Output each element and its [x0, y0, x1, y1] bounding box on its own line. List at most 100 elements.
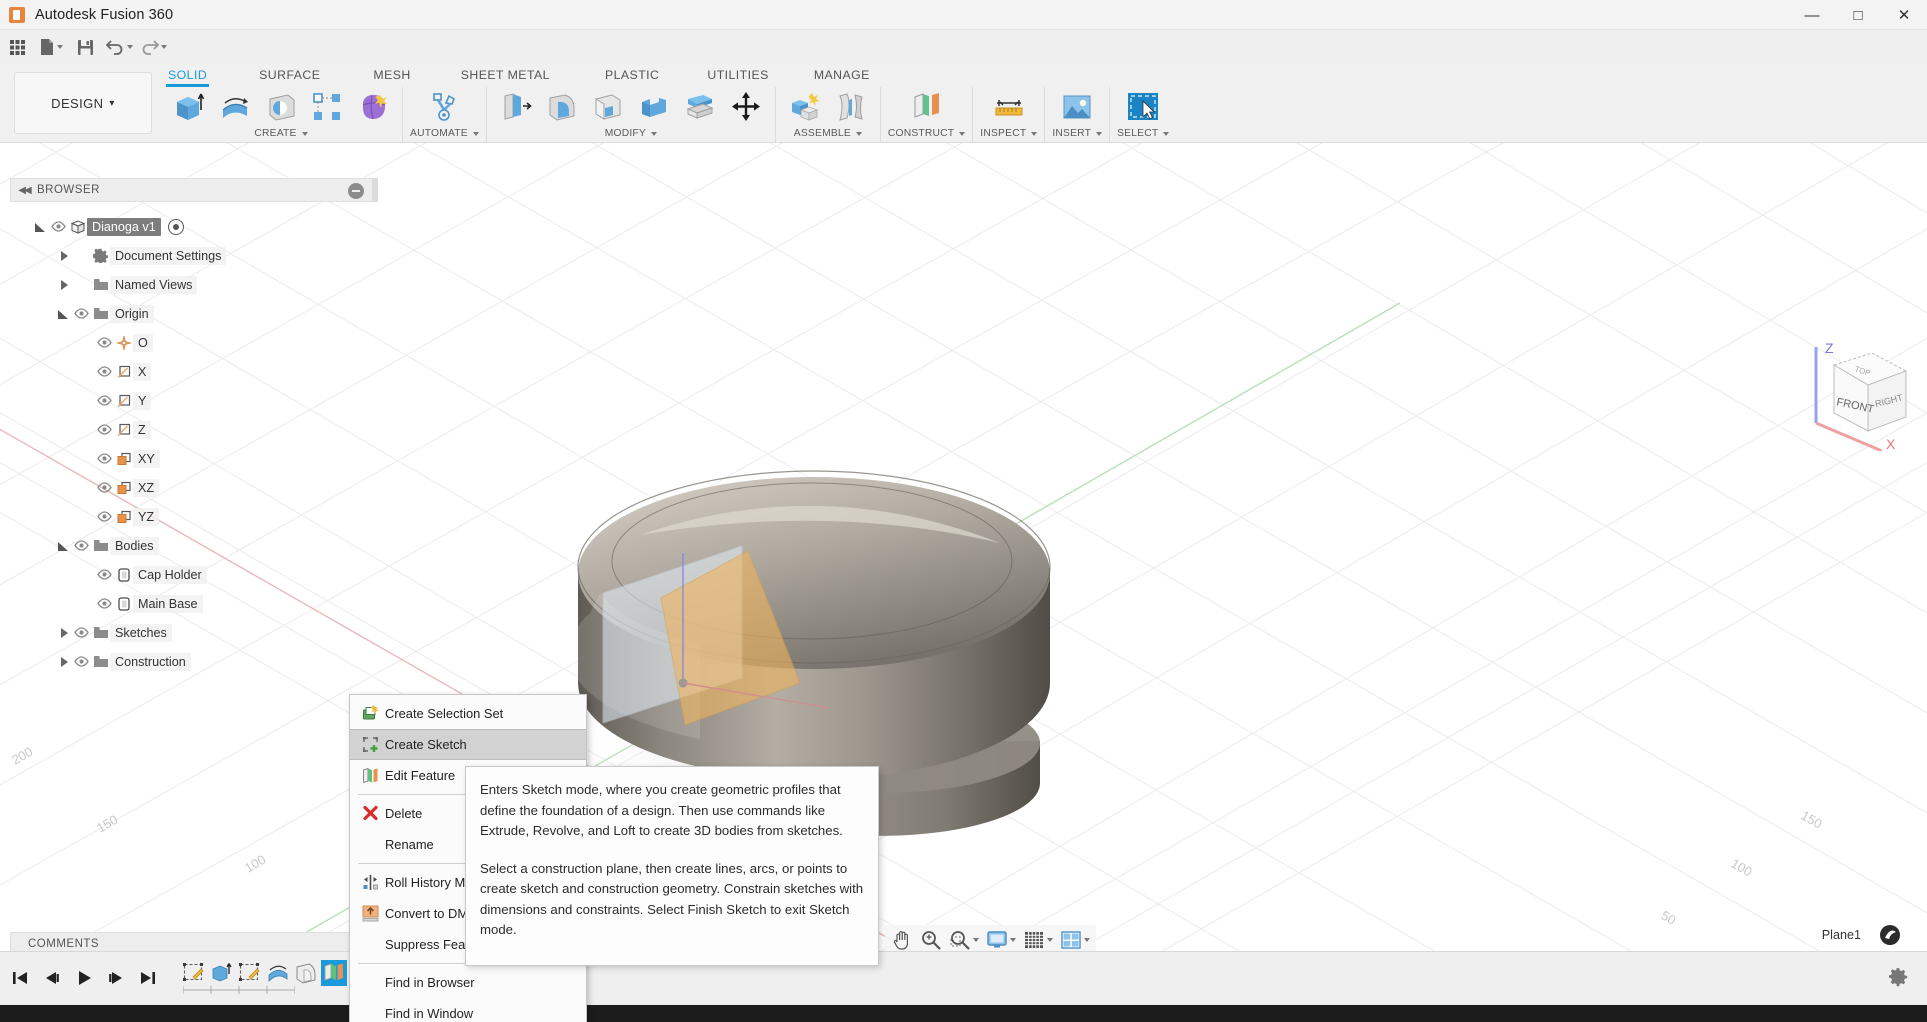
context-menu-item-find-in-window[interactable]: Find in Window: [350, 998, 586, 1022]
app-grid-icon[interactable]: [0, 33, 34, 61]
browser-node-xz[interactable]: XZ: [34, 473, 379, 502]
chevron-down-icon[interactable]: [1084, 938, 1090, 942]
revolve-tool[interactable]: [213, 88, 257, 126]
ribbon-tab-plastic[interactable]: PLASTIC: [605, 64, 659, 86]
zoom-tool[interactable]: [917, 927, 945, 953]
chevron-down-icon[interactable]: [1096, 131, 1103, 136]
split-body-tool[interactable]: [678, 88, 722, 126]
timeline-feature-plane-1[interactable]: [321, 960, 347, 986]
context-menu-item-find-in-browser[interactable]: Find in Browser: [350, 967, 586, 998]
activate-component-icon[interactable]: [167, 218, 184, 235]
display-settings-tool[interactable]: [983, 927, 1019, 953]
joint-tool[interactable]: [829, 88, 873, 126]
expand-arrow-closed-icon[interactable]: [57, 655, 71, 669]
move-copy-tool[interactable]: [724, 88, 768, 126]
visibility-eye-icon[interactable]: [71, 655, 91, 669]
new-component-tool[interactable]: [783, 88, 827, 126]
chevron-down-icon[interactable]: [126, 45, 133, 49]
automated-modeling-tool[interactable]: [422, 88, 466, 126]
chevron-down-icon[interactable]: [1047, 938, 1053, 942]
insert-image-tool[interactable]: [1055, 88, 1099, 126]
panel-label-assemble[interactable]: ASSEMBLE: [794, 126, 862, 141]
workspace-switcher[interactable]: DESIGN ▾: [14, 72, 152, 134]
browser-node-document-settings[interactable]: Document Settings: [34, 241, 379, 270]
chevron-down-icon[interactable]: [650, 131, 657, 136]
ribbon-tab-utilities[interactable]: UTILITIES: [707, 64, 768, 86]
timeline-feature-revolve-1[interactable]: [265, 960, 291, 986]
visibility-eye-icon[interactable]: [94, 481, 114, 495]
expand-arrow-closed-icon[interactable]: [57, 626, 71, 640]
visibility-eye-icon[interactable]: [94, 452, 114, 466]
chevron-down-icon[interactable]: [301, 131, 308, 136]
fillet-tool[interactable]: [540, 88, 584, 126]
timeline-play-button[interactable]: [69, 962, 99, 994]
visibility-eye-icon[interactable]: [94, 423, 114, 437]
select-window-tool[interactable]: [1121, 88, 1165, 126]
visibility-eye-icon[interactable]: [71, 307, 91, 321]
timeline-jump-start-button[interactable]: [5, 962, 35, 994]
visibility-eye-icon[interactable]: [94, 597, 114, 611]
browser-panel-header[interactable]: ◀◀ BROWSER: [10, 178, 378, 202]
chevron-down-icon[interactable]: [1031, 131, 1038, 136]
browser-node-y[interactable]: Y: [34, 386, 379, 415]
expand-arrow-open-icon[interactable]: [34, 220, 48, 234]
visibility-eye-icon[interactable]: [71, 278, 91, 292]
browser-node-cap-holder[interactable]: Cap Holder: [34, 560, 379, 589]
browser-node-x[interactable]: X: [34, 357, 379, 386]
panel-label-insert[interactable]: INSERT: [1052, 126, 1103, 141]
browser-resize-handle[interactable]: [372, 178, 378, 202]
combine-tool[interactable]: [632, 88, 676, 126]
visibility-eye-icon[interactable]: [94, 568, 114, 582]
undo-icon[interactable]: [102, 33, 136, 61]
expand-arrow-open-icon[interactable]: [57, 307, 71, 321]
browser-node-sketches[interactable]: Sketches: [34, 618, 379, 647]
panel-label-automate[interactable]: AUTOMATE: [410, 126, 479, 141]
offset-plane-tool[interactable]: [905, 88, 949, 126]
pattern-tool[interactable]: [305, 88, 349, 126]
view-cube[interactable]: Z X FRONT RIGHT TOP: [1798, 331, 1918, 453]
viewports-tool[interactable]: [1057, 927, 1093, 953]
form-tool[interactable]: [351, 88, 395, 126]
hole-tool[interactable]: [259, 88, 303, 126]
chevron-down-icon[interactable]: [472, 131, 479, 136]
expand-arrow-closed-icon[interactable]: [57, 278, 71, 292]
visibility-eye-icon[interactable]: [94, 510, 114, 524]
selection-filter-icon[interactable]: [1879, 924, 1901, 946]
save-icon[interactable]: [68, 33, 102, 61]
ribbon-tab-manage[interactable]: MANAGE: [814, 64, 870, 86]
browser-node-z[interactable]: Z: [34, 415, 379, 444]
browser-node-dianoga-v1[interactable]: Dianoga v1: [34, 212, 379, 241]
ribbon-tab-mesh[interactable]: MESH: [373, 64, 410, 86]
browser-node-bodies[interactable]: Bodies: [34, 531, 379, 560]
chevron-down-icon[interactable]: [57, 45, 63, 49]
collapse-browser-icon[interactable]: ◀◀: [11, 185, 37, 196]
timeline-step-back-button[interactable]: [37, 962, 67, 994]
minimize-button[interactable]: —: [1789, 0, 1835, 30]
visibility-eye-icon[interactable]: [71, 626, 91, 640]
timeline-jump-end-button[interactable]: [133, 962, 163, 994]
visibility-eye-icon[interactable]: [94, 336, 114, 350]
chevron-down-icon[interactable]: [973, 938, 979, 942]
timeline-feature-extrude-1[interactable]: [209, 960, 235, 986]
expand-arrow-open-icon[interactable]: [57, 539, 71, 553]
grid-snaps-tool[interactable]: [1020, 927, 1056, 953]
timeline-feature-fillet-1[interactable]: [293, 960, 319, 986]
maximize-button[interactable]: □: [1835, 0, 1881, 30]
chevron-down-icon[interactable]: [1163, 131, 1170, 136]
panel-label-select[interactable]: SELECT: [1117, 126, 1170, 141]
close-button[interactable]: ✕: [1881, 0, 1927, 30]
visibility-eye-icon[interactable]: [94, 365, 114, 379]
expand-arrow-closed-icon[interactable]: [57, 249, 71, 263]
shell-tool[interactable]: [586, 88, 630, 126]
browser-node-xy[interactable]: XY: [34, 444, 379, 473]
browser-node-yz[interactable]: YZ: [34, 502, 379, 531]
browser-node-named-views[interactable]: Named Views: [34, 270, 379, 299]
context-menu-item-create-sketch[interactable]: Create Sketch: [350, 729, 586, 760]
panel-label-modify[interactable]: MODIFY: [605, 126, 657, 141]
visibility-eye-icon[interactable]: [94, 394, 114, 408]
visibility-eye-icon[interactable]: [71, 249, 91, 263]
panel-label-inspect[interactable]: INSPECT: [980, 126, 1038, 141]
browser-node-origin[interactable]: Origin: [34, 299, 379, 328]
ribbon-tab-solid[interactable]: SOLID: [165, 64, 210, 87]
measure-tool[interactable]: [987, 88, 1031, 126]
